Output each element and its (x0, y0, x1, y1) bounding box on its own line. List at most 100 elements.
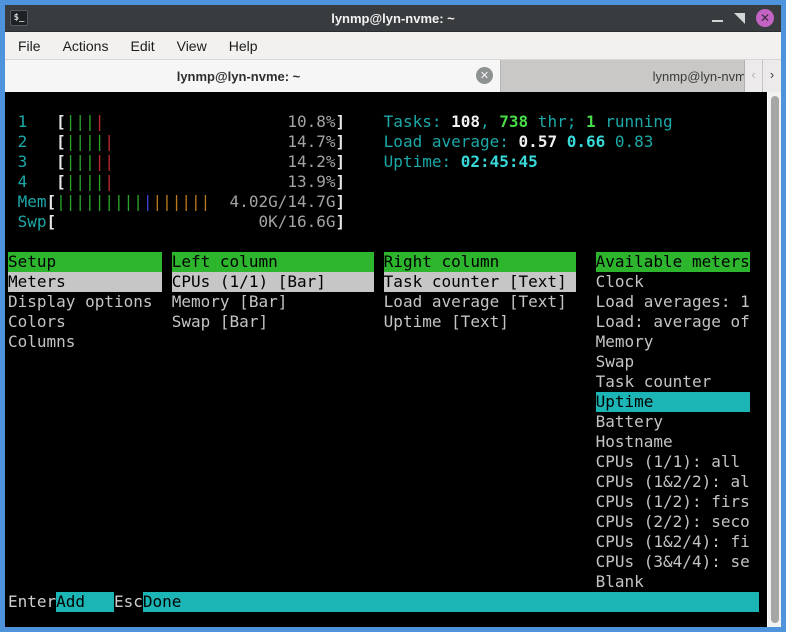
right-column-item-task-counter[interactable]: Task counter [Text] (384, 272, 577, 292)
cpu2-label: 2 (18, 132, 28, 152)
add-button[interactable]: Add (56, 592, 114, 612)
terminal-line: Columns Memory (5, 332, 767, 352)
minimize-icon[interactable] (712, 20, 723, 22)
close-icon[interactable]: ✕ (756, 9, 774, 27)
terminal-line: 2[|||||14.7%]Load average: 0.570.660.83 (5, 132, 767, 152)
terminal-line: Swap (5, 352, 767, 372)
terminal-window: $_ lynmp@lyn-nvme: ~ ✕ File Actions Edit… (0, 0, 786, 632)
cpu3-bars-kernel: || (95, 152, 114, 172)
mem-label: Mem (18, 192, 47, 212)
cpu1-meter-close: ] (336, 112, 346, 132)
available-item-hostname[interactable]: Hostname (596, 432, 673, 452)
left-column-item-cpus[interactable]: CPUs (1/1) [Bar] (172, 272, 374, 292)
available-item-cpus-1and2-of-4[interactable]: CPUs (1&2/4): fi (596, 532, 750, 552)
available-item-uptime-selected[interactable]: Uptime (596, 392, 750, 412)
setup-item-meters[interactable]: Meters (8, 272, 162, 292)
mem-bars-used: ||||||||| (56, 192, 143, 212)
cpu1-percent: 10.8% (287, 112, 335, 132)
terminal-line: EnterAdd EscDone (5, 592, 767, 612)
terminal-line: CPUs (1/1): all (5, 452, 767, 472)
right-column-item-load-average[interactable]: Load average [Text] (384, 292, 567, 312)
done-button[interactable]: Done (143, 592, 760, 612)
esc-key-label[interactable]: Esc (114, 592, 143, 612)
tab-scrollers: ‹ › (745, 60, 781, 92)
cpu4-label: 4 (18, 172, 28, 192)
available-item-memory[interactable]: Memory (596, 332, 654, 352)
tab-scroll-next-icon[interactable]: › (763, 60, 781, 92)
cpu3-meter-open: [ (56, 152, 66, 172)
available-item-cpus-2-of-2[interactable]: CPUs (2/2): seco (596, 512, 750, 532)
cpu4-percent: 13.9% (287, 172, 335, 192)
titlebar[interactable]: $_ lynmp@lyn-nvme: ~ ✕ (5, 5, 781, 32)
terminal-line: Task counter (5, 372, 767, 392)
available-item-task-counter[interactable]: Task counter (596, 372, 712, 392)
right-column-panel-header: Right column (384, 252, 577, 272)
enter-key-label[interactable]: Enter (8, 592, 56, 612)
tab-close-icon[interactable]: ✕ (476, 67, 493, 84)
terminal-line: 3[|||||14.2%]Uptime: 02:45:45 (5, 152, 767, 172)
available-item-clock[interactable]: Clock (596, 272, 644, 292)
cpu2-percent: 14.7% (287, 132, 335, 152)
swap-meter-close: ] (336, 212, 346, 232)
left-column-panel-header: Left column (172, 252, 374, 272)
left-column-item-memory[interactable]: Memory [Bar] (172, 292, 288, 312)
terminal-line: Mem[||||||||||||||||4.02G/14.7G] (5, 192, 767, 212)
maximize-icon[interactable] (734, 13, 745, 24)
mem-meter-close: ] (336, 192, 346, 212)
tab-scroll-prev-icon[interactable]: ‹ (745, 60, 763, 92)
menu-actions[interactable]: Actions (63, 38, 109, 54)
terminal-line: CPUs (1&2/2): al (5, 472, 767, 492)
cpu1-bars-normal: ||| (66, 112, 95, 132)
cpu3-percent: 14.2% (287, 152, 335, 172)
terminal-line: Meters CPUs (1/1) [Bar] Task counter [Te… (5, 272, 767, 292)
cpu2-bars-kernel: | (104, 132, 114, 152)
terminal-line: Swp[0K/16.6G] (5, 212, 767, 232)
menu-view[interactable]: View (177, 38, 207, 54)
scrollbar[interactable] (767, 92, 781, 627)
mem-bars-buffers: | (143, 192, 153, 212)
cpu4-bars-normal: |||| (66, 172, 105, 192)
available-item-cpus-1-of-2[interactable]: CPUs (1/2): firs (596, 492, 750, 512)
tab-inactive-label: lynmp@lyn-nvm (653, 69, 745, 84)
available-item-cpus-3and4-of-4[interactable]: CPUs (3&4/4): se (596, 552, 750, 572)
load-average-label: Load average: (384, 132, 519, 152)
available-item-swap[interactable]: Swap (596, 352, 635, 372)
cpu1-meter-open: [ (56, 112, 66, 132)
available-item-load-averages[interactable]: Load averages: 1 (596, 292, 750, 312)
threads-count: 738 (499, 112, 528, 132)
cpu3-label: 3 (18, 152, 28, 172)
running-count: 1 (586, 112, 596, 132)
load-1min: 0.57 (519, 132, 558, 152)
terminal-line: Setup Left column Right column Available… (5, 252, 767, 272)
tab-inactive[interactable]: lynmp@lyn-nvm (501, 60, 745, 92)
cpu3-meter-close: ] (336, 152, 346, 172)
available-item-blank[interactable]: Blank (596, 572, 644, 592)
setup-item-display-options[interactable]: Display options (8, 292, 153, 312)
available-item-cpus-all[interactable]: CPUs (1/1): all (596, 452, 741, 472)
available-meters-panel-header: Available meters (596, 252, 750, 272)
threads-label: thr; (528, 112, 586, 132)
right-column-item-uptime[interactable]: Uptime [Text] (384, 312, 509, 332)
available-item-load-average-of[interactable]: Load: average of (596, 312, 750, 332)
terminal-line: 4[|||||13.9%] (5, 172, 767, 192)
scrollbar-thumb[interactable] (771, 96, 779, 623)
menubar: File Actions Edit View Help (5, 32, 781, 60)
available-item-cpus-1and2-of-2[interactable]: CPUs (1&2/2): al (596, 472, 750, 492)
menu-help[interactable]: Help (229, 38, 258, 54)
tab-active-label: lynmp@lyn-nvme: ~ (5, 69, 472, 84)
tab-active[interactable]: lynmp@lyn-nvme: ~ ✕ (5, 60, 501, 92)
menu-edit[interactable]: Edit (130, 38, 154, 54)
setup-item-colors[interactable]: Colors (8, 312, 66, 332)
uptime-label: Uptime: (384, 152, 461, 172)
available-item-battery[interactable]: Battery (596, 412, 663, 432)
swap-label: Swp (18, 212, 47, 232)
terminal-line: Colors Swap [Bar] Uptime [Text] Load: avera… (5, 312, 767, 332)
terminal[interactable]: 1[||||10.8%]Tasks: 108, 738 thr; 1 runni… (5, 92, 767, 627)
cpu2-bars-normal: |||| (66, 132, 105, 152)
load-5min: 0.66 (567, 132, 606, 152)
menu-file[interactable]: File (18, 38, 41, 54)
left-column-item-swap[interactable]: Swap [Bar] (172, 312, 268, 332)
terminal-area: 1[||||10.8%]Tasks: 108, 738 thr; 1 runni… (5, 92, 781, 627)
cpu4-meter-close: ] (336, 172, 346, 192)
setup-item-columns[interactable]: Columns (8, 332, 75, 352)
